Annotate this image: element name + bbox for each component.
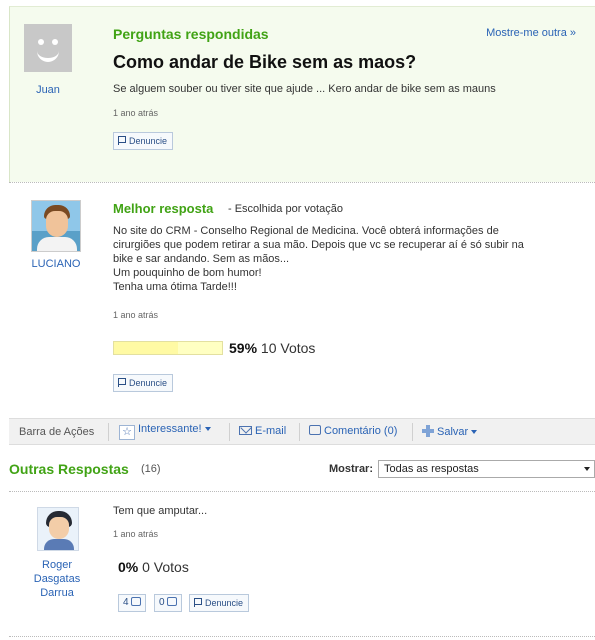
avatar-eye-icon xyxy=(52,39,58,45)
save-button[interactable]: Salvar xyxy=(422,425,478,438)
divider xyxy=(9,636,595,637)
question-author[interactable]: Juan xyxy=(24,83,72,97)
avatar-shirt-icon xyxy=(44,539,74,550)
author-name-line: Dasgatas xyxy=(33,573,81,585)
divider xyxy=(9,182,595,183)
best-answer-subtitle: - Escolhida por votação xyxy=(228,203,343,215)
interesting-label: Interessante! xyxy=(138,423,202,435)
answer-line: bike e sar andando. Sem as mãos... xyxy=(113,253,290,265)
vote-bar xyxy=(113,341,223,355)
divider xyxy=(108,423,109,441)
vote-percent: 59% xyxy=(229,340,258,356)
answer-author[interactable]: Roger Dasgatas Darrua xyxy=(22,558,92,600)
thumbs-up-button[interactable]: 4 xyxy=(118,594,146,612)
divider xyxy=(299,423,300,441)
question-title: Como andar de Bike sem as maos? xyxy=(113,52,417,72)
action-bar-label: Barra de Ações xyxy=(19,426,95,438)
thumbs-down-count: 0 xyxy=(159,597,165,608)
answer-line: No site do CRM - Conselho Regional de Me… xyxy=(113,225,499,237)
avatar-smile-icon xyxy=(37,51,59,62)
mail-icon xyxy=(239,426,252,435)
answer-body: Tem que amputar... xyxy=(113,505,208,517)
interesting-button[interactable]: ☆ Interessante! xyxy=(119,423,211,440)
report-button[interactable]: Denuncie xyxy=(189,594,250,612)
chevron-down-icon xyxy=(584,467,590,471)
report-label: Denuncie xyxy=(205,598,244,608)
other-answers-count: (16) xyxy=(141,463,161,475)
vote-count: 0 Votos xyxy=(142,559,189,575)
answer-filter-value: Todas as respostas xyxy=(384,463,479,475)
vote-summary: 59% 10 Votos xyxy=(229,340,315,356)
other-answers-title: Outras Respostas xyxy=(9,461,129,477)
answer-author[interactable]: LUCIANO xyxy=(22,257,90,271)
vote-count: 10 Votos xyxy=(260,340,316,356)
plus-icon xyxy=(422,425,434,437)
report-button[interactable]: Denuncie xyxy=(113,374,174,392)
best-answer-title: Melhor resposta xyxy=(113,201,214,216)
vote-summary: 0% 0 Votos xyxy=(118,559,189,575)
comment-icon xyxy=(309,425,321,435)
email-label: E-mail xyxy=(255,425,287,437)
avatar[interactable] xyxy=(37,507,79,551)
best-answer-body: No site do CRM - Conselho Regional de Me… xyxy=(113,224,583,294)
report-button[interactable]: Denuncie xyxy=(113,132,174,150)
flag-icon xyxy=(194,598,202,607)
answer-filter-select[interactable]: Todas as respostas xyxy=(378,460,595,478)
author-name-line: Darrua xyxy=(40,587,74,599)
answer-timestamp: 1 ano atrás xyxy=(113,310,159,320)
comment-button[interactable]: Comentário (0) xyxy=(309,425,397,437)
comment-label: Comentário (0) xyxy=(324,425,398,437)
avatar-eye-icon xyxy=(38,39,44,45)
question-body: Se alguem souber ou tiver site que ajude… xyxy=(113,83,496,95)
avatar-face-icon xyxy=(49,517,69,539)
chevron-down-icon xyxy=(471,430,478,434)
chevron-down-icon xyxy=(204,427,211,431)
answer-line: cirurgiões que podem retirar a sua mão. … xyxy=(113,239,524,251)
vote-percent: 0% xyxy=(118,559,139,575)
question-timestamp: 1 ano atrás xyxy=(113,108,159,118)
flag-icon xyxy=(118,378,126,387)
divider xyxy=(412,423,413,441)
thumbs-up-icon xyxy=(130,597,141,606)
star-icon: ☆ xyxy=(119,425,135,440)
avatar-face-icon xyxy=(46,211,68,237)
divider xyxy=(229,423,230,441)
avatar[interactable] xyxy=(31,200,81,252)
action-bar: Barra de Ações ☆ Interessante! E-mail Com… xyxy=(9,418,595,445)
thumbs-down-icon xyxy=(166,597,177,606)
avatar-shirt-icon xyxy=(37,237,77,251)
show-filter-label: Mostrar: xyxy=(329,463,374,475)
answer-line: Um pouquinho de bom humor! xyxy=(113,267,262,279)
divider xyxy=(9,491,595,492)
email-button[interactable]: E-mail xyxy=(239,425,286,437)
avatar[interactable] xyxy=(24,24,72,72)
answer-timestamp: 1 ano atrás xyxy=(113,529,159,539)
report-label: Denuncie xyxy=(129,136,168,146)
save-label: Salvar xyxy=(437,426,469,438)
thumbs-up-count: 4 xyxy=(123,597,129,608)
more-link[interactable]: Mostre-me outra » xyxy=(486,27,576,39)
answer-line: Tenha uma ótima Tarde!!! xyxy=(113,281,237,293)
flag-icon xyxy=(118,136,126,145)
report-label: Denuncie xyxy=(129,378,168,388)
section-title: Perguntas respondidas xyxy=(113,26,269,42)
author-name-line: Roger xyxy=(42,559,72,571)
vote-bar-fill xyxy=(114,342,178,354)
thumbs-down-button[interactable]: 0 xyxy=(154,594,182,612)
